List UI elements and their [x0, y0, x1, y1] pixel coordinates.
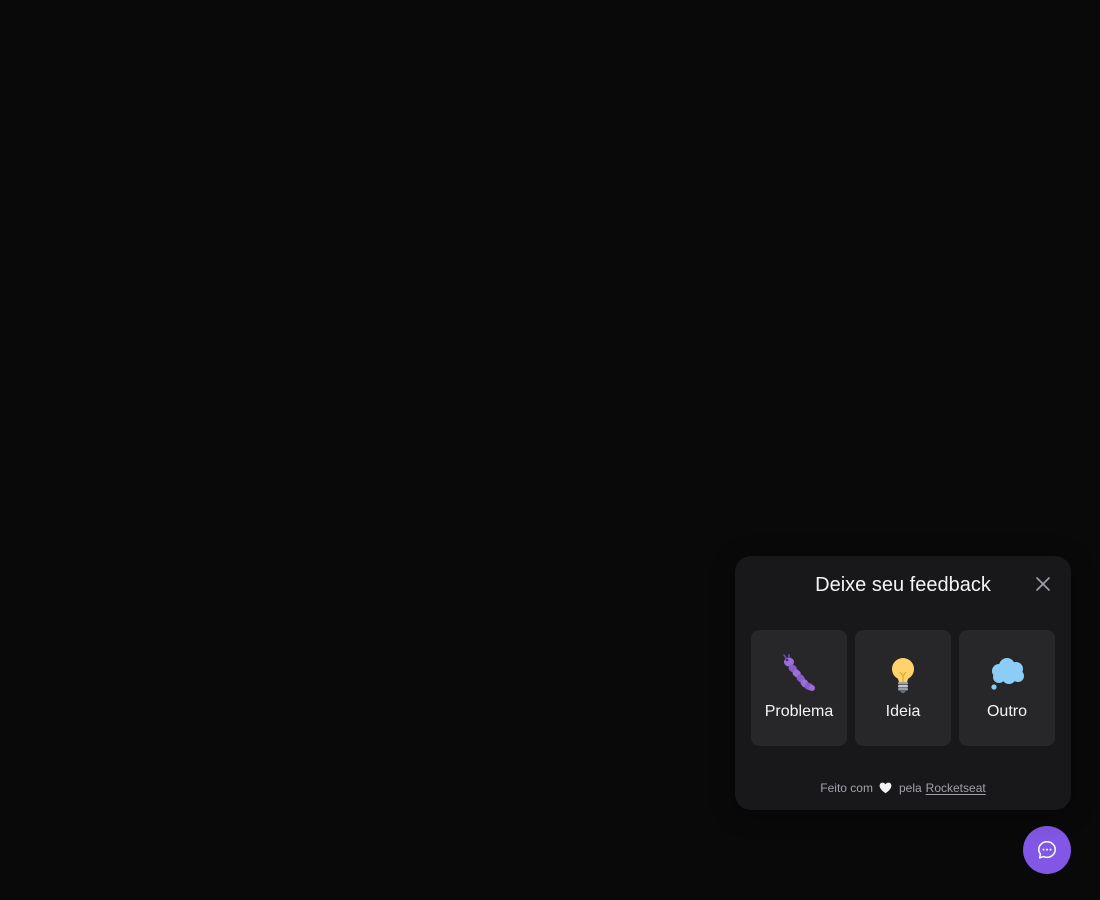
- feedback-type-idea[interactable]: Ideia: [855, 630, 951, 746]
- footer-prefix: Feito com: [820, 781, 873, 795]
- feedback-type-problem[interactable]: Problema: [751, 630, 847, 746]
- thought-icon: [987, 654, 1027, 694]
- close-button[interactable]: [1033, 574, 1053, 594]
- popover-title: Deixe seu feedback: [815, 574, 991, 596]
- feedback-type-label: Ideia: [885, 703, 921, 720]
- heart-icon: [879, 781, 893, 795]
- feedback-type-label: Problema: [764, 703, 834, 720]
- idea-icon: [883, 654, 923, 694]
- feedback-toggle-button[interactable]: [1023, 826, 1071, 874]
- popover-header: Deixe seu feedback: [735, 556, 1071, 614]
- feedback-type-list: Problema Ideia Outro: [751, 630, 1055, 746]
- feedback-widget: Deixe seu feedback Problema Ideia Outro …: [735, 556, 1071, 874]
- feedback-type-label: Outro: [986, 703, 1027, 720]
- feedback-popover: Deixe seu feedback Problema Ideia Outro …: [735, 556, 1071, 810]
- close-icon: [1036, 577, 1050, 591]
- bug-icon: [779, 654, 819, 694]
- page-background: Deixe seu feedback Problema Ideia Outro …: [0, 0, 1100, 900]
- footer-middle: pela: [898, 781, 922, 795]
- popover-footer: Feito com pela Rocketseat: [735, 780, 1071, 796]
- chat-icon: [1038, 841, 1056, 859]
- rocketseat-link[interactable]: Rocketseat: [926, 780, 986, 796]
- feedback-type-other[interactable]: Outro: [959, 630, 1055, 746]
